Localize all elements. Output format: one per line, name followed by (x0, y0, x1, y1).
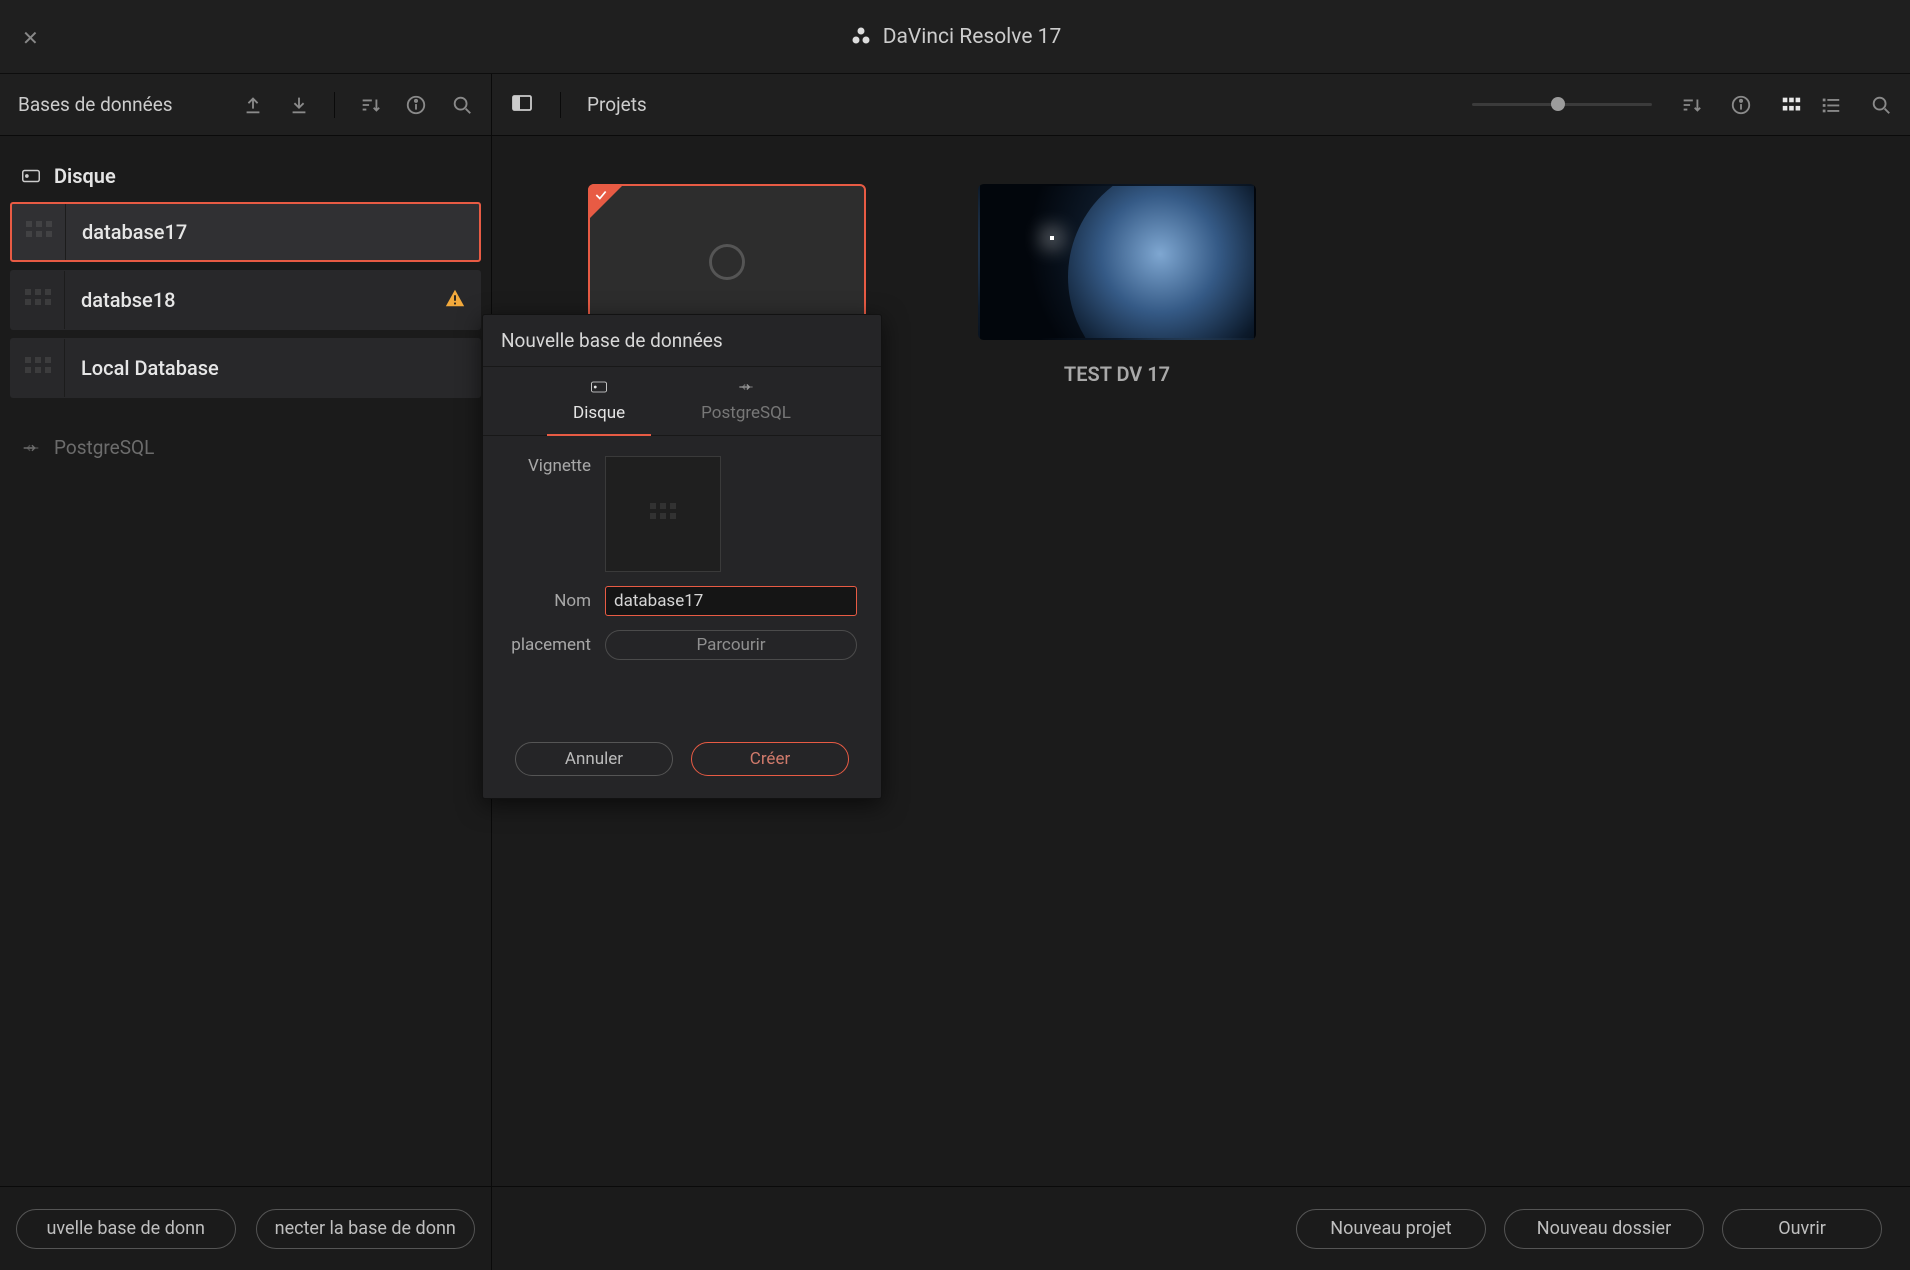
vignette-picker[interactable] (605, 456, 721, 572)
new-database-button[interactable]: uvelle base de donn (16, 1209, 236, 1249)
new-folder-button[interactable]: Nouveau dossier (1504, 1209, 1704, 1249)
databases-footer: uvelle base de donn necter la base de do… (0, 1186, 491, 1270)
app-logo-icon (849, 25, 873, 49)
import-icon[interactable] (288, 94, 310, 116)
check-icon (594, 188, 608, 202)
project-thumbnail[interactable] (978, 184, 1256, 340)
placement-label: placement (507, 635, 591, 655)
connect-database-button[interactable]: necter la base de donn (256, 1209, 476, 1249)
warning-icon (444, 287, 466, 313)
database-item-name: Local Database (65, 356, 219, 380)
modal-tab-disk[interactable]: Disque (565, 367, 633, 435)
db-swatch (11, 271, 65, 329)
name-input[interactable] (605, 586, 857, 616)
close-icon[interactable]: ✕ (22, 26, 39, 50)
cancel-button[interactable]: Annuler (515, 742, 673, 776)
databases-panel: Bases de données Disque database17 (0, 74, 492, 1270)
database-item-name: databse18 (65, 288, 175, 312)
grid-view-icon[interactable] (1780, 94, 1802, 116)
modal-tab-postgresql[interactable]: PostgreSQL (693, 367, 799, 435)
postgresql-section[interactable]: PostgreSQL (10, 406, 481, 489)
vignette-label: Vignette (507, 456, 591, 476)
modal-title: Nouvelle base de données (483, 315, 881, 367)
app-title: DaVinci Resolve 17 (883, 25, 1062, 49)
sort-icon[interactable] (359, 94, 381, 116)
list-view-icon[interactable] (1820, 94, 1842, 116)
project-item[interactable]: TEST DV 17 (978, 184, 1256, 386)
open-button[interactable]: Ouvrir (1722, 1209, 1882, 1249)
databases-header-label: Bases de données (18, 93, 173, 116)
db-swatch (11, 339, 65, 397)
export-icon[interactable] (242, 94, 264, 116)
create-button[interactable]: Créer (691, 742, 849, 776)
new-project-button[interactable]: Nouveau projet (1296, 1209, 1486, 1249)
search-icon[interactable] (1870, 94, 1892, 116)
databases-header: Bases de données (0, 74, 491, 136)
new-database-modal: Nouvelle base de données Disque PostgreS… (482, 314, 882, 799)
disk-icon (20, 165, 42, 187)
browse-button[interactable]: Parcourir (605, 630, 857, 660)
postgresql-icon (20, 437, 42, 459)
projects-footer: Nouveau projet Nouveau dossier Ouvrir (492, 1186, 1910, 1270)
database-item[interactable]: Local Database (10, 338, 481, 398)
thumbnail-size-slider[interactable] (1472, 103, 1652, 106)
title-bar: ✕ DaVinci Resolve 17 (0, 0, 1910, 74)
search-icon[interactable] (451, 94, 473, 116)
database-item[interactable]: database17 (10, 202, 481, 262)
blank-project-icon (705, 240, 749, 284)
database-item-name: database17 (66, 220, 187, 244)
database-item[interactable]: databse18 (10, 270, 481, 330)
project-name: TEST DV 17 (1064, 362, 1170, 386)
panel-toggle-icon[interactable] (510, 91, 534, 119)
db-swatch (12, 204, 66, 260)
projects-header: Projets (492, 74, 1910, 136)
projects-header-label: Projets (587, 93, 647, 116)
sort-icon[interactable] (1680, 94, 1702, 116)
info-icon[interactable] (1730, 94, 1752, 116)
info-icon[interactable] (405, 94, 427, 116)
disk-section-title: Disque (10, 156, 481, 202)
name-label: Nom (507, 591, 591, 611)
